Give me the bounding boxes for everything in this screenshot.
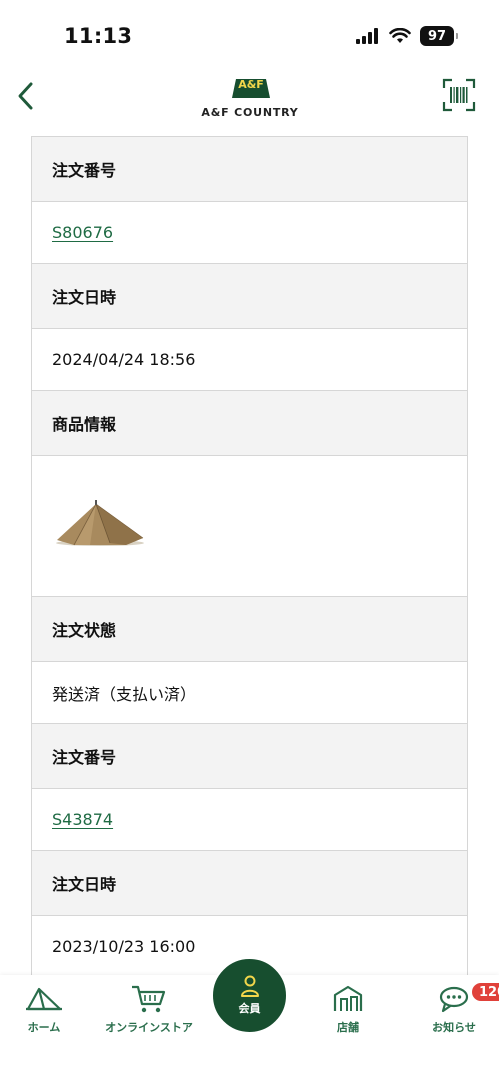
barcode-scan-icon	[442, 78, 476, 112]
tab-home[interactable]: ホーム	[0, 983, 92, 1035]
tab-online-store-label: オンラインストア	[105, 1021, 193, 1034]
tab-member[interactable]: 会員	[211, 957, 288, 1034]
order-number-link[interactable]: S43874	[52, 810, 113, 829]
order-number-label: 注文番号	[32, 137, 467, 202]
bottom-tab-bar: ホーム オンラインストア 会員 店舗 お知らせ 12	[0, 957, 499, 1080]
status-time: 11:13	[64, 24, 133, 48]
order-date-value: 2024/04/24 18:56	[32, 329, 467, 391]
battery-level: 97	[427, 28, 447, 44]
order-status-value: 発送済（支払い済）	[32, 662, 467, 724]
person-icon	[240, 975, 259, 997]
app-header: A&F A&F COUNTRY	[0, 70, 499, 128]
tent-home-icon	[26, 987, 62, 1011]
order-status-label: 注文状態	[32, 597, 467, 662]
notification-badge: 120	[470, 981, 499, 1003]
brand-logo: A&F A&F COUNTRY	[200, 76, 300, 120]
logo-mark-text: A&F	[238, 78, 264, 91]
logo-text: A&F COUNTRY	[201, 106, 299, 119]
signal-icon	[356, 28, 378, 44]
tent-product-image[interactable]	[52, 496, 148, 556]
product-info-row	[32, 456, 467, 597]
order-date-label: 注文日時	[32, 264, 467, 329]
order-number-row: S43874	[32, 789, 467, 851]
barcode-button[interactable]	[442, 78, 476, 112]
tab-member-label: 会員	[238, 1002, 261, 1015]
product-info-label: 商品情報	[32, 391, 467, 456]
tab-online-store[interactable]: オンラインストア	[101, 983, 197, 1035]
order-number-label: 注文番号	[32, 724, 467, 789]
order-number-row: S80676	[32, 202, 467, 264]
status-bar: 11:13 97	[0, 0, 499, 70]
chat-bubble-icon	[439, 986, 469, 1013]
order-date-label: 注文日時	[32, 851, 467, 916]
tab-news-label: お知らせ	[432, 1021, 476, 1034]
wifi-icon	[389, 28, 411, 43]
cart-icon	[132, 985, 166, 1013]
tab-shops[interactable]: 店舗	[300, 983, 396, 1035]
chevron-left-icon	[18, 82, 33, 110]
order-history-list: 注文番号 S80676 注文日時 2024/04/24 18:56 商品情報 注…	[31, 136, 468, 978]
battery-icon: 97	[420, 26, 458, 46]
tab-home-label: ホーム	[27, 1021, 61, 1034]
back-button[interactable]	[10, 78, 42, 114]
tab-shops-label: 店舗	[337, 1021, 359, 1034]
store-icon	[333, 985, 363, 1011]
status-icons: 97	[356, 26, 458, 46]
order-number-link[interactable]: S80676	[52, 223, 113, 242]
